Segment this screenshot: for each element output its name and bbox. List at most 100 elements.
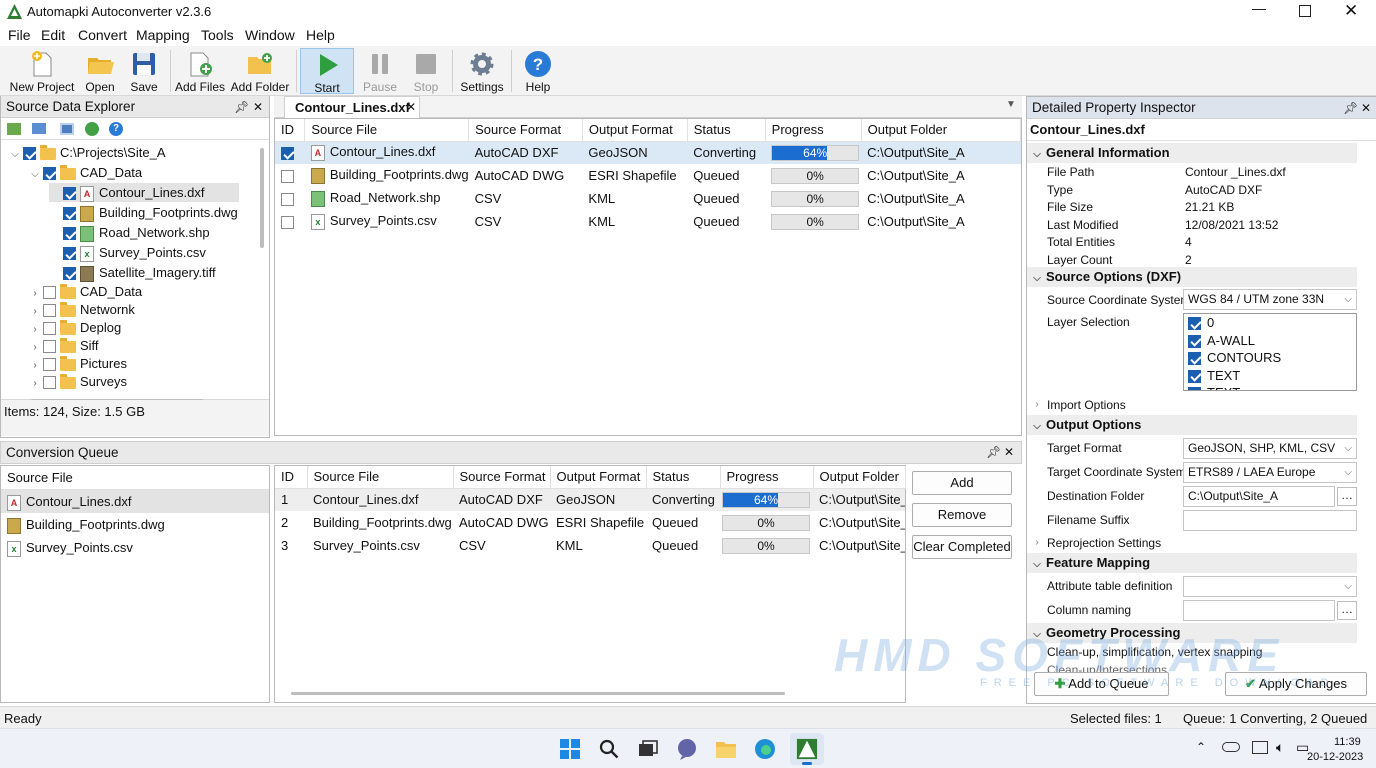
edge-browser-icon[interactable]	[753, 737, 777, 761]
attribute-table-select[interactable]: ⌵	[1183, 576, 1357, 597]
tree-checkbox[interactable]	[63, 207, 76, 221]
layer-item[interactable]: A-WALL	[1184, 332, 1356, 350]
column-header[interactable]: Output Folder	[861, 119, 1022, 142]
refresh-icon[interactable]	[85, 122, 99, 136]
column-header[interactable]: ID	[275, 119, 306, 142]
windows-start-icon[interactable]	[558, 737, 582, 761]
add-button[interactable]: Add	[912, 471, 1012, 495]
tree-item[interactable]: Road_Network.shp	[49, 223, 210, 242]
chat-icon[interactable]	[675, 737, 699, 761]
pin-icon[interactable]: 📌︎	[234, 96, 249, 118]
column-header[interactable]: Progress	[720, 466, 814, 489]
column-header[interactable]: Output Folder	[813, 466, 906, 489]
column-header[interactable]: Status	[646, 466, 721, 489]
queue-list-item[interactable]: x Survey_Points.csv	[1, 536, 269, 559]
file-explorer-icon[interactable]	[714, 737, 738, 761]
pin-icon[interactable]: 📌︎	[1343, 97, 1358, 119]
row-checkbox-cell[interactable]	[275, 141, 305, 164]
tree-vertical-scrollbar[interactable]	[260, 148, 264, 248]
tab-close-icon[interactable]: ✕	[406, 97, 416, 118]
destination-folder-input[interactable]: C:\Output\Site_A	[1183, 486, 1335, 507]
layer-item[interactable]: CONTOURS	[1184, 349, 1356, 367]
clear-completed-button[interactable]: Clear Completed	[912, 535, 1012, 559]
tree-checkbox[interactable]	[43, 376, 56, 390]
minimize-button[interactable]: —	[1252, 0, 1266, 16]
menu-tools[interactable]: Tools	[201, 27, 234, 43]
tree-item[interactable]: › CAD_Data	[29, 282, 142, 301]
pin-icon[interactable]: 📌︎	[986, 442, 1001, 463]
column-header[interactable]: ID	[275, 466, 308, 489]
row-checkbox-cell[interactable]	[275, 187, 305, 210]
table-row[interactable]: 2 Building_Footprints.dwg AutoCAD DWG ESRI …	[275, 511, 905, 534]
layer-checkbox[interactable]	[1188, 334, 1201, 348]
help-button[interactable]: ? Help	[516, 48, 560, 94]
tree-checkbox[interactable]	[63, 267, 76, 281]
column-naming-more-button[interactable]: …	[1337, 601, 1357, 620]
tree-checkbox[interactable]	[63, 247, 76, 261]
search-icon[interactable]	[597, 737, 621, 761]
chevron-right-icon[interactable]: ›	[29, 374, 41, 393]
tree-checkbox[interactable]	[43, 167, 56, 181]
tree-item[interactable]: › Deplog	[29, 318, 121, 337]
tree-checkbox[interactable]	[43, 286, 56, 300]
browse-folder-button[interactable]: …	[1337, 487, 1357, 506]
display-icon[interactable]	[1252, 741, 1268, 754]
column-header[interactable]: Status	[687, 119, 766, 142]
row-checkbox[interactable]	[281, 216, 294, 230]
task-view-icon[interactable]	[636, 737, 660, 761]
open-button[interactable]: Open	[80, 48, 120, 94]
menu-mapping[interactable]: Mapping	[136, 27, 190, 43]
layer-checkbox[interactable]	[1188, 369, 1201, 383]
section-import-options[interactable]: › Import Options	[1027, 395, 1357, 415]
section-output-options[interactable]: ⌵ Output Options	[1027, 415, 1357, 435]
add-folder-button[interactable]: Add Folder	[229, 48, 291, 94]
tree-item[interactable]: › Networnk	[29, 300, 135, 319]
close-window-button[interactable]: ✕	[1344, 1, 1358, 21]
tab-contour-lines[interactable]: Contour_Lines.dxf ✕	[284, 96, 420, 118]
section-general[interactable]: ⌵ General Information	[1027, 143, 1357, 163]
tree-checkbox[interactable]	[43, 340, 56, 354]
layer-item[interactable]: 0	[1184, 314, 1356, 332]
close-icon[interactable]: ✕	[253, 96, 263, 118]
menu-file[interactable]: File	[8, 27, 31, 43]
row-checkbox[interactable]	[281, 193, 294, 207]
section-feature-mapping[interactable]: ⌵ Feature Mapping	[1027, 553, 1357, 573]
column-header[interactable]: Source Format	[453, 466, 551, 489]
start-button[interactable]: Start	[300, 48, 354, 95]
row-checkbox[interactable]	[281, 170, 294, 184]
table-row[interactable]: A Contour_Lines.dxf AutoCAD DXF GeoJSON Conv…	[275, 141, 1021, 164]
taskbar-active-app[interactable]	[790, 733, 824, 765]
tree-checkbox[interactable]	[63, 227, 76, 241]
target-crs-select[interactable]: ETRS89 / LAEA Europe ⌵	[1183, 462, 1357, 483]
layer-item[interactable]: TEXT	[1184, 367, 1356, 385]
tree-item[interactable]: ⌵ CAD_Data	[29, 163, 142, 182]
tree-item[interactable]: › Siff	[29, 336, 99, 355]
layer-checkbox[interactable]	[1188, 352, 1201, 366]
new-item-icon[interactable]	[7, 123, 21, 135]
source-crs-select[interactable]: WGS 84 / UTM zone 33N ⌵	[1183, 289, 1357, 310]
filename-suffix-input[interactable]	[1183, 510, 1357, 531]
row-checkbox[interactable]	[281, 147, 294, 161]
column-header[interactable]: Output Format	[582, 119, 688, 142]
column-header[interactable]: Source File	[307, 466, 454, 489]
target-format-select[interactable]: GeoJSON, SHP, KML, CSV ⌵	[1183, 438, 1357, 459]
menu-edit[interactable]: Edit	[41, 27, 65, 43]
tree-checkbox[interactable]	[63, 187, 76, 201]
layer-list[interactable]: 0 A-WALL CONTOURS TEXT TEXT	[1183, 313, 1357, 391]
tree-checkbox[interactable]	[43, 358, 56, 372]
add-files-button[interactable]: Add Files	[174, 48, 226, 94]
menu-help[interactable]: Help	[306, 27, 335, 43]
layer-item[interactable]: TEXT	[1184, 384, 1356, 390]
tree-item[interactable]: Satellite_Imagery.tiff	[49, 263, 216, 282]
folder-icon[interactable]	[32, 123, 46, 134]
queue-list-item[interactable]: Building_Footprints.dwg	[1, 513, 269, 536]
menu-convert[interactable]: Convert	[78, 27, 127, 43]
cloud-icon[interactable]	[1222, 742, 1240, 752]
tree-item[interactable]: ⌵ C:\Projects\Site_A	[9, 143, 166, 162]
menu-window[interactable]: Window	[245, 27, 295, 43]
row-checkbox-cell[interactable]	[275, 210, 305, 233]
column-header[interactable]: Source Format	[468, 119, 583, 142]
section-source-options[interactable]: ⌵ Source Options (DXF)	[1027, 267, 1357, 287]
tree-item[interactable]: x Survey_Points.csv	[49, 243, 206, 262]
tree-item[interactable]: Building_Footprints.dwg	[49, 203, 238, 222]
